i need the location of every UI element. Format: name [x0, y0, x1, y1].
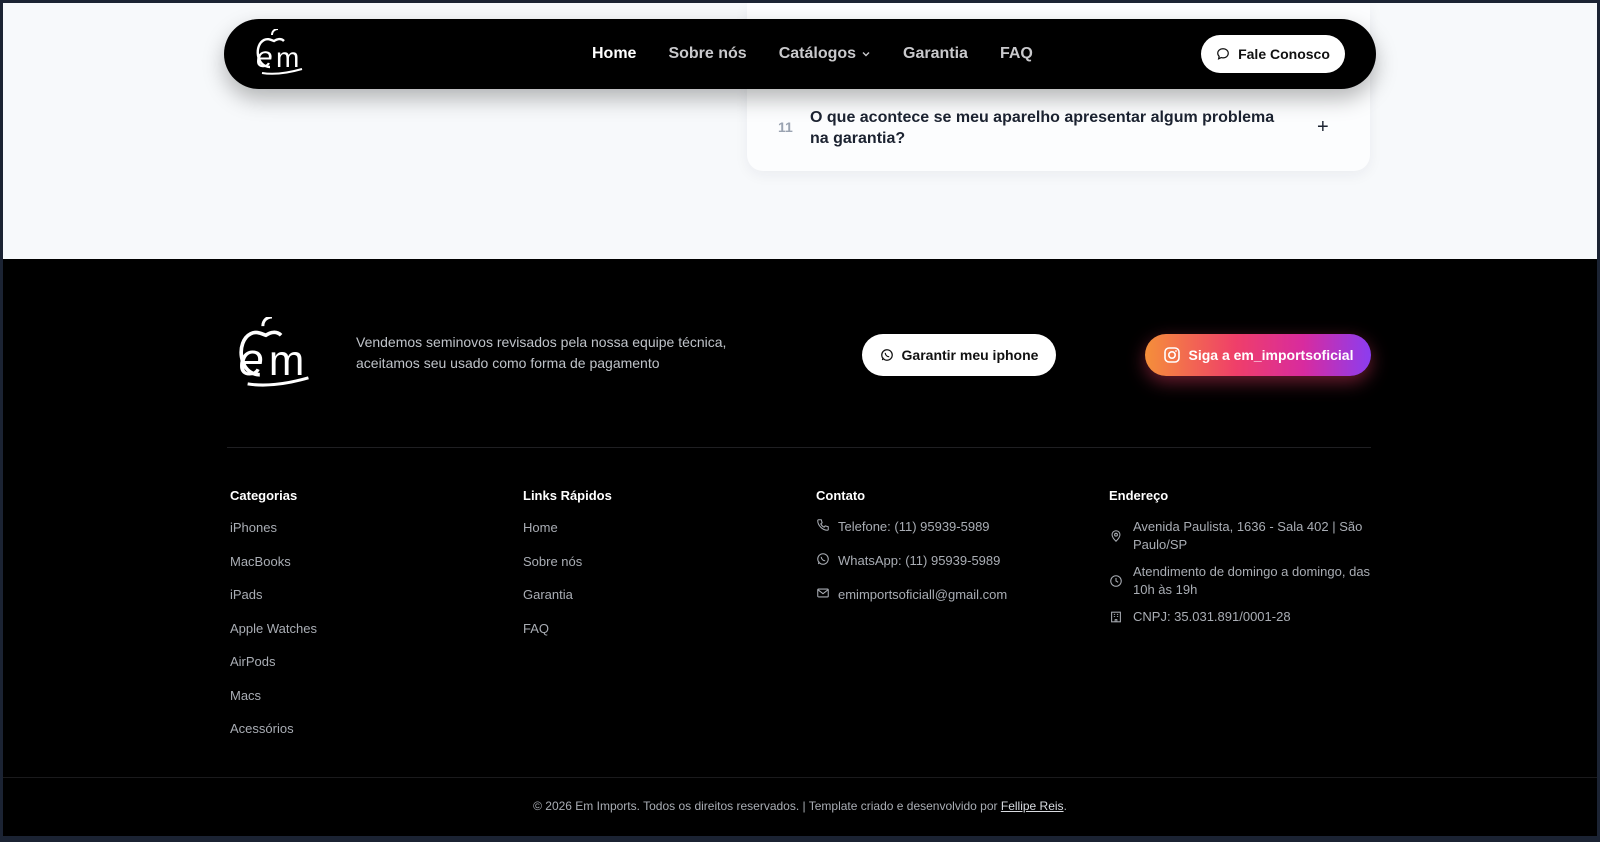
category-link-acessorios[interactable]: Acessórios — [230, 719, 317, 753]
quick-link-faq[interactable]: FAQ — [523, 619, 612, 653]
instagram-icon — [1163, 347, 1180, 363]
quick-link-garantia[interactable]: Garantia — [523, 585, 612, 619]
category-link-iphones[interactable]: iPhones — [230, 518, 317, 552]
contact-phone-text: Telefone: (11) 95939-5989 — [838, 519, 990, 534]
garantir-iphone-label: Garantir meu iphone — [901, 347, 1039, 363]
address-street-text: Avenida Paulista, 1636 - Sala 402 | São … — [1133, 519, 1363, 552]
address-title: Endereço — [1109, 488, 1169, 503]
nav-link-sobre-nos[interactable]: Sobre nós — [668, 45, 746, 63]
contact-whatsapp-text: WhatsApp: (11) 95939-5989 — [838, 553, 1001, 568]
nav-link-home[interactable]: Home — [592, 45, 636, 63]
chat-bubble-icon — [1217, 48, 1229, 60]
nav-link-garantia[interactable]: Garantia — [903, 45, 968, 63]
svg-text:m: m — [276, 42, 299, 73]
contact-phone[interactable]: Telefone: (11) 95939-5989 — [816, 518, 1007, 552]
nav-link-faq[interactable]: FAQ — [1000, 45, 1033, 63]
instagram-follow-button[interactable]: Siga a em_importsoficial — [1145, 334, 1371, 376]
category-link-airpods[interactable]: AirPods — [230, 652, 317, 686]
page: 11 O que acontece se meu aparelho aprese… — [3, 3, 1597, 836]
em-imports-logo[interactable]: e m — [250, 29, 310, 79]
building-icon — [1111, 611, 1121, 623]
instagram-follow-label: Siga a em_importsoficial — [1188, 347, 1354, 363]
footer-bottom-divider — [3, 777, 1597, 778]
svg-text:e: e — [256, 41, 273, 74]
category-link-macbooks[interactable]: MacBooks — [230, 552, 317, 586]
chevron-down-icon — [862, 52, 870, 57]
address-street: Avenida Paulista, 1636 - Sala 402 | São … — [1109, 518, 1373, 554]
contact-column: Contato Telefone: (11) 95939-5989 WhatsA… — [816, 486, 1007, 620]
copyright-text: © 2026 Em Imports. Todos os direitos res… — [3, 799, 1597, 813]
address-cnpj-text: CNPJ: 35.031.891/0001-28 — [1133, 609, 1291, 624]
quick-link-sobre-nos[interactable]: Sobre nós — [523, 552, 612, 586]
svg-text:e: e — [239, 334, 264, 385]
whatsapp-icon — [880, 349, 893, 361]
footer: e m Vendemos seminovos revisados pela no… — [3, 259, 1597, 836]
location-pin-icon — [1111, 530, 1121, 542]
address-hours: Atendimento de domingo a domingo, das 10… — [1109, 563, 1373, 599]
footer-divider — [227, 447, 1371, 448]
whatsapp-icon — [817, 553, 829, 565]
fale-conosco-button[interactable]: Fale Conosco — [1201, 35, 1345, 73]
copyright-end: . — [1063, 799, 1067, 813]
quick-links-column: Links Rápidos Home Sobre nós Garantia FA… — [523, 486, 612, 652]
address-hours-text: Atendimento de domingo a domingo, das 10… — [1133, 564, 1371, 597]
address-cnpj: CNPJ: 35.031.891/0001-28 — [1109, 608, 1373, 626]
categories-column: Categorias iPhones MacBooks iPads Apple … — [230, 486, 317, 753]
address-column: Endereço Avenida Paulista, 1636 - Sala 4… — [1109, 486, 1373, 635]
nav-link-catalogos[interactable]: Catálogos — [779, 45, 871, 63]
nav-menu: Home Sobre nós Catálogos Garantia FAQ — [592, 19, 1033, 89]
author-link[interactable]: Fellipe Reis — [1001, 799, 1064, 813]
fale-conosco-label: Fale Conosco — [1238, 46, 1330, 62]
contact-email[interactable]: emimportsoficiall@gmail.com — [816, 586, 1007, 620]
em-imports-logo[interactable]: e m — [227, 317, 323, 393]
clock-icon — [1110, 575, 1122, 587]
nav-link-catalogos-label: Catálogos — [778, 45, 857, 62]
svg-text:m: m — [269, 337, 304, 385]
contact-title: Contato — [816, 488, 866, 503]
faq-item-question[interactable]: O que acontece se meu aparelho apresenta… — [810, 107, 1290, 149]
quick-link-home[interactable]: Home — [523, 518, 612, 552]
category-link-apple-watches[interactable]: Apple Watches — [230, 619, 317, 653]
contact-whatsapp[interactable]: WhatsApp: (11) 95939-5989 — [816, 552, 1007, 586]
contact-email-text: emimportsoficiall@gmail.com — [838, 587, 1008, 602]
footer-tagline: Vendemos seminovos revisados pela nossa … — [356, 334, 727, 371]
garantir-iphone-button[interactable]: Garantir meu iphone — [862, 334, 1056, 376]
category-link-macs[interactable]: Macs — [230, 686, 317, 720]
categories-title: Categorias — [230, 488, 298, 503]
expand-plus-icon[interactable]: + — [1317, 116, 1329, 139]
faq-item-number: 11 — [778, 119, 793, 135]
copyright-label: © 2026 Em Imports. Todos os direitos res… — [533, 799, 998, 813]
phone-icon — [817, 519, 829, 531]
top-navbar: e m Home Sobre nós Catálogos Garantia FA… — [224, 19, 1376, 89]
quick-links-title: Links Rápidos — [523, 488, 612, 503]
category-link-ipads[interactable]: iPads — [230, 585, 317, 619]
mail-icon — [817, 588, 829, 598]
